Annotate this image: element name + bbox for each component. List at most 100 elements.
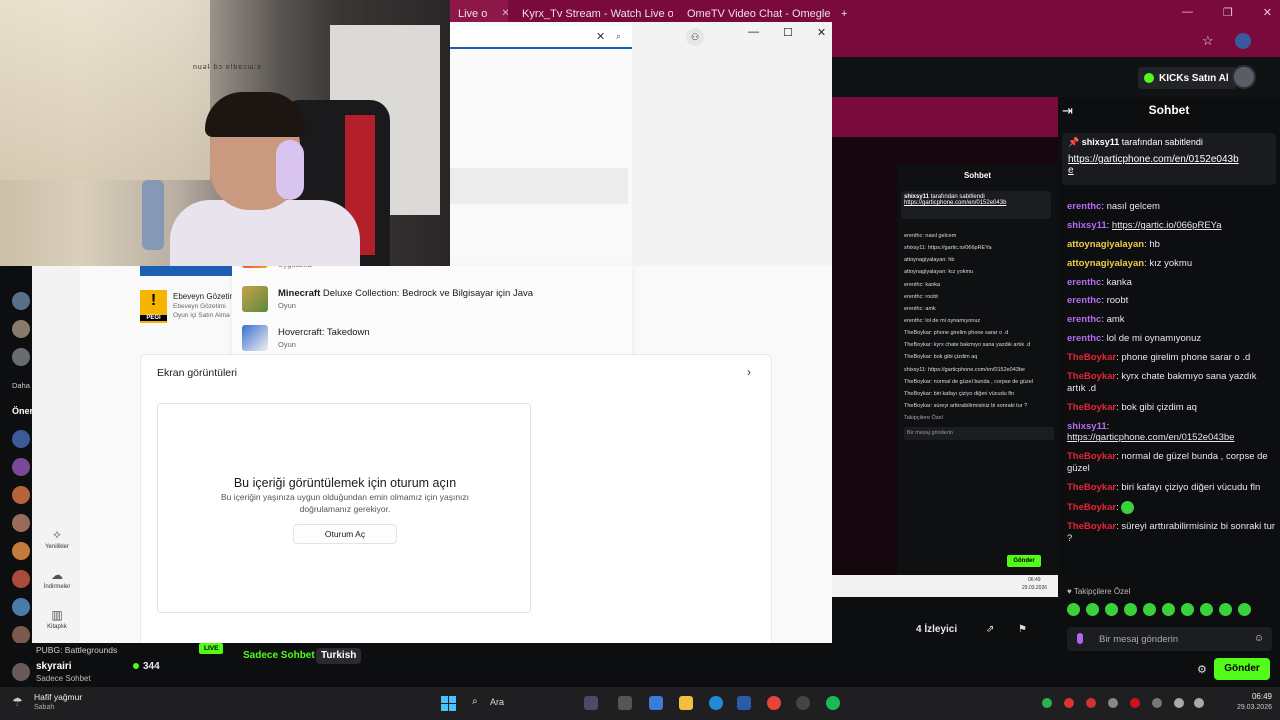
nav-whats-new[interactable]: ✧ Yenilikler [40, 528, 74, 550]
chat-username[interactable]: erenthc [1067, 277, 1101, 288]
tray-icon[interactable] [1064, 698, 1074, 708]
clock-date[interactable]: 29.03.2026 [1226, 704, 1272, 711]
channel-avatar[interactable] [12, 542, 30, 560]
chat-message-input[interactable]: Bir mesaj gönderin ☺ [1067, 627, 1272, 651]
profile-avatar[interactable] [1235, 33, 1251, 49]
signin-button[interactable]: Oturum Aç [293, 524, 397, 544]
channel-avatar[interactable] [12, 292, 30, 310]
suggestion-item[interactable]: Hovercraft: Takedown Oyun [242, 325, 370, 351]
emote-icon[interactable] [1086, 603, 1099, 616]
chat-username[interactable]: TheBoykar [1067, 502, 1116, 513]
game-category[interactable]: PUBG: Battlegrounds [36, 645, 117, 655]
chat-username[interactable]: TheBoykar [1067, 371, 1116, 382]
gear-icon[interactable]: ⚙ [1197, 663, 1207, 676]
show-more-link[interactable]: Daha [12, 381, 30, 390]
chat-username[interactable]: erenthc [1067, 295, 1101, 306]
channel-avatar[interactable] [12, 663, 30, 681]
clock-time[interactable]: 06:49 [1226, 692, 1272, 701]
install-button[interactable] [140, 266, 232, 276]
copilot-icon[interactable] [649, 696, 663, 710]
maximize-icon[interactable]: ❐ [1223, 6, 1233, 19]
chat-username[interactable]: erenthc [1067, 201, 1101, 212]
chat-username[interactable]: shixsy11 [1067, 421, 1107, 432]
close-icon[interactable]: ✕ [817, 26, 826, 39]
close-icon[interactable]: ✕ [501, 8, 508, 19]
emote-icon[interactable] [1181, 603, 1194, 616]
channel-avatar[interactable] [12, 458, 30, 476]
store-icon[interactable] [737, 696, 751, 710]
start-icon[interactable] [441, 696, 456, 711]
maximize-icon[interactable]: ☐ [783, 26, 793, 39]
channel-avatar[interactable] [12, 320, 30, 338]
emote-icon[interactable] [1162, 603, 1175, 616]
search-icon[interactable]: ⌕ [616, 31, 621, 42]
emote-icon[interactable] [1238, 603, 1251, 616]
chat-username[interactable]: erenthc [1067, 314, 1101, 325]
chat-username[interactable]: shixsy11 [1067, 220, 1107, 231]
clear-search-icon[interactable]: ✕ [596, 30, 605, 43]
chat-username[interactable]: TheBoykar [1067, 352, 1116, 363]
chat-link[interactable]: https://gartic.io/066pREYa [1112, 220, 1222, 231]
emote-icon[interactable] [1105, 603, 1118, 616]
bookmark-star-icon[interactable]: ☆ [1202, 33, 1214, 49]
chat-username[interactable]: TheBoykar [1067, 451, 1116, 462]
close-icon[interactable]: ✕ [1263, 6, 1272, 19]
volume-icon[interactable] [1194, 698, 1204, 708]
widget-icon[interactable] [584, 696, 598, 710]
share-icon[interactable]: ⇗ [986, 624, 994, 635]
weather-text[interactable]: Hafif yağmur [34, 692, 82, 702]
minimize-icon[interactable]: — [748, 26, 759, 39]
language-tag[interactable]: Turkish [316, 648, 362, 664]
pinned-user[interactable]: shixsy11 [1082, 137, 1120, 147]
nav-downloads[interactable]: ☁ İndirmeler [40, 568, 74, 590]
nav-library[interactable]: ▥ Kitaplık [40, 608, 74, 630]
emoji-icon[interactable]: ☺ [1254, 633, 1264, 644]
tray-icon[interactable] [1130, 698, 1140, 708]
chat-username[interactable]: TheBoykar [1067, 521, 1116, 532]
chat-link[interactable]: https://garticphone.com/en/0152e043be [1067, 432, 1234, 443]
chrome-icon[interactable] [767, 696, 781, 710]
channel-avatar[interactable] [12, 514, 30, 532]
weather-icon[interactable]: ☂ [12, 695, 23, 709]
edge-icon[interactable] [709, 696, 723, 710]
chat-username[interactable]: erenthc [1067, 333, 1101, 344]
mod-icon[interactable]: ⚑ [1018, 624, 1027, 635]
pinned-link[interactable]: https://garticphone.com/en/0152e043b [1068, 154, 1270, 165]
channel-avatar[interactable] [12, 348, 30, 366]
chat-username[interactable]: attoynagiyalayan [1067, 239, 1144, 250]
suggestion-item[interactable]: Minecraft Deluxe Collection: Bedrock ve … [242, 286, 533, 312]
chat-username[interactable]: TheBoykar [1067, 402, 1116, 413]
tray-icon[interactable] [1108, 698, 1118, 708]
new-tab-button[interactable]: + [833, 0, 855, 27]
wifi-icon[interactable] [1174, 698, 1184, 708]
stream-tag[interactable]: Sadece Sohbet [243, 650, 315, 661]
search-icon[interactable]: ⌕ [472, 696, 478, 707]
chat-username[interactable]: attoynagiyalayan [1067, 258, 1144, 269]
emote-icon[interactable] [1143, 603, 1156, 616]
channel-avatar[interactable] [12, 598, 30, 616]
file-explorer-icon[interactable] [679, 696, 693, 710]
emote-icon[interactable] [1200, 603, 1213, 616]
chevron-right-icon[interactable]: › [747, 365, 751, 379]
channel-avatar[interactable] [12, 486, 30, 504]
tray-icon[interactable] [1152, 698, 1162, 708]
emote-icon[interactable] [1124, 603, 1137, 616]
channel-avatar[interactable] [12, 430, 30, 448]
channel-name[interactable]: skyrairi [36, 661, 72, 672]
task-view-icon[interactable] [618, 696, 632, 710]
emote-icon[interactable] [1067, 603, 1080, 616]
taskbar-search-label[interactable]: Ara [490, 697, 504, 707]
send-button[interactable]: Gönder [1214, 658, 1270, 680]
tray-icon[interactable] [1086, 698, 1096, 708]
emote-icon[interactable] [1219, 603, 1232, 616]
tray-icon[interactable] [1042, 698, 1052, 708]
account-icon[interactable]: ⚇ [686, 28, 704, 46]
app-icon[interactable] [796, 696, 810, 710]
minimize-icon[interactable]: — [1182, 6, 1193, 19]
user-avatar[interactable] [1232, 65, 1256, 89]
kicks-buy-button[interactable]: KICKs Satın Al [1138, 67, 1237, 89]
channel-avatar[interactable] [12, 626, 30, 644]
chat-username[interactable]: TheBoykar [1067, 482, 1116, 493]
search-input[interactable]: ✕ ⌕ [450, 27, 632, 49]
channel-avatar[interactable] [12, 570, 30, 588]
